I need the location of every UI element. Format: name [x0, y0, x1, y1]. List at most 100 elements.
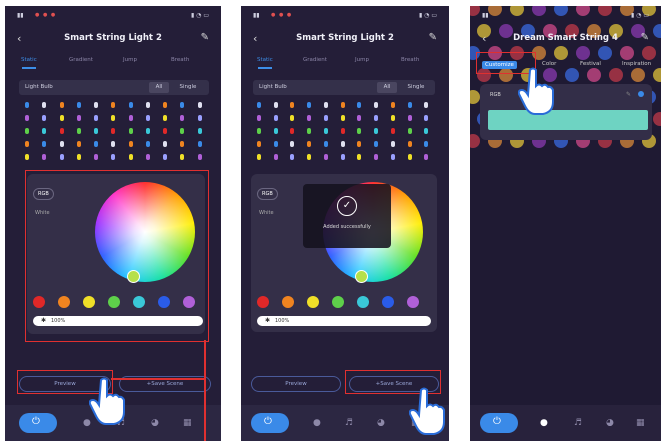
light-bulb-icon[interactable] — [257, 154, 261, 160]
bulb-icon[interactable]: ● — [540, 418, 548, 428]
color-swatch[interactable] — [332, 296, 344, 308]
light-bulb-icon[interactable] — [59, 128, 64, 134]
tab-jump[interactable]: Jump — [355, 57, 369, 63]
palette-icon[interactable]: ◕ — [377, 418, 385, 428]
light-bulb-icon[interactable] — [180, 154, 185, 160]
light-bulb-icon[interactable] — [374, 128, 379, 134]
light-bulb-icon[interactable] — [340, 141, 345, 147]
light-bulb-icon[interactable] — [180, 128, 185, 134]
tab-breath[interactable]: Breath — [401, 57, 419, 63]
light-bulb-icon[interactable] — [128, 115, 133, 121]
light-bulb-icon[interactable] — [407, 102, 412, 108]
light-bulb-icon[interactable] — [163, 128, 168, 134]
color-swatch[interactable] — [257, 296, 269, 308]
single-toggle[interactable]: Single — [403, 82, 429, 93]
light-bulb-icon[interactable] — [390, 115, 395, 121]
light-bulb-icon[interactable] — [197, 154, 202, 160]
light-bulb-icon[interactable] — [76, 128, 81, 134]
light-bulb-icon[interactable] — [180, 141, 185, 147]
light-bulb-icon[interactable] — [257, 141, 261, 147]
light-bulb-icon[interactable] — [374, 115, 379, 121]
tab-static[interactable]: Static — [21, 57, 37, 63]
light-bulb-icon[interactable] — [357, 141, 362, 147]
light-bulb-icon[interactable] — [94, 128, 99, 134]
tab-inspiration[interactable]: Inspiration — [622, 61, 651, 67]
power-button[interactable]: ⏻ — [480, 413, 518, 433]
light-bulb-icon[interactable] — [145, 115, 150, 121]
light-bulb-icon[interactable] — [290, 102, 295, 108]
color-swatch[interactable] — [357, 296, 369, 308]
light-bulb-icon[interactable] — [25, 141, 29, 147]
light-bulb-icon[interactable] — [307, 141, 312, 147]
light-bulb-icon[interactable] — [180, 115, 185, 121]
light-bulb-icon[interactable] — [94, 102, 99, 108]
edit-icon[interactable]: ✎ — [201, 32, 209, 43]
edit-icon[interactable]: ✎ — [641, 32, 649, 43]
tab-gradient[interactable]: Gradient — [69, 57, 93, 63]
grid-icon[interactable]: ▦ — [636, 418, 645, 428]
light-bulb-icon[interactable] — [163, 102, 168, 108]
bulb-icon[interactable]: ● — [313, 418, 321, 428]
white-toggle[interactable]: White — [259, 210, 274, 216]
tab-static[interactable]: Static — [257, 57, 273, 63]
light-bulb-icon[interactable] — [273, 128, 278, 134]
light-bulb-icon[interactable] — [128, 141, 133, 147]
light-bulb-icon[interactable] — [163, 141, 168, 147]
light-bulb-icon[interactable] — [145, 154, 150, 160]
light-bulb-icon[interactable] — [25, 128, 29, 134]
light-bulb-icon[interactable] — [42, 154, 47, 160]
color-swatch[interactable] — [382, 296, 394, 308]
light-bulb-icon[interactable] — [424, 141, 429, 147]
light-bulb-icon[interactable] — [197, 102, 202, 108]
color-swatch[interactable] — [307, 296, 319, 308]
palette-icon[interactable]: ◕ — [606, 418, 614, 428]
power-button[interactable]: ⏻ — [251, 413, 289, 433]
light-bulb-icon[interactable] — [407, 141, 412, 147]
light-bulb-icon[interactable] — [42, 115, 47, 121]
light-bulb-icon[interactable] — [145, 102, 150, 108]
light-bulb-icon[interactable] — [407, 115, 412, 121]
light-bulb-icon[interactable] — [390, 141, 395, 147]
custom-color-card[interactable]: RGB ✎ — [480, 84, 652, 140]
light-bulb-icon[interactable] — [42, 128, 47, 134]
preview-button[interactable]: Preview — [251, 376, 341, 392]
light-bulb-icon[interactable] — [357, 128, 362, 134]
light-bulb-icon[interactable] — [340, 102, 345, 108]
color-wheel-knob[interactable] — [355, 270, 368, 283]
color-swatch[interactable] — [282, 296, 294, 308]
light-bulb-icon[interactable] — [357, 154, 362, 160]
music-icon[interactable]: ♬ — [345, 418, 353, 428]
light-bulb-icon[interactable] — [25, 102, 29, 108]
light-bulb-icon[interactable] — [424, 128, 429, 134]
light-bulb-icon[interactable] — [407, 154, 412, 160]
light-bulb-icon[interactable] — [340, 154, 345, 160]
light-bulb-icon[interactable] — [59, 115, 64, 121]
light-bulb-icon[interactable] — [424, 115, 429, 121]
light-bulb-icon[interactable] — [59, 154, 64, 160]
light-bulb-icon[interactable] — [76, 102, 81, 108]
light-bulb-icon[interactable] — [390, 102, 395, 108]
light-bulb-icon[interactable] — [340, 115, 345, 121]
light-bulb-icon[interactable] — [257, 115, 261, 121]
light-bulb-icon[interactable] — [290, 141, 295, 147]
light-bulb-icon[interactable] — [163, 115, 168, 121]
light-bulb-icon[interactable] — [273, 115, 278, 121]
light-bulb-icon[interactable] — [323, 115, 328, 121]
light-bulb-icon[interactable] — [273, 141, 278, 147]
brightness-slider[interactable]: ✱ 100% — [257, 316, 431, 326]
light-bulb-icon[interactable] — [111, 115, 116, 121]
light-bulb-icon[interactable] — [424, 154, 429, 160]
color-swatch[interactable] — [407, 296, 419, 308]
light-bulb-icon[interactable] — [323, 128, 328, 134]
music-icon[interactable]: ♬ — [574, 418, 582, 428]
light-bulb-icon[interactable] — [180, 102, 185, 108]
all-toggle[interactable]: All — [149, 82, 169, 93]
tab-gradient[interactable]: Gradient — [303, 57, 327, 63]
light-bulb-icon[interactable] — [273, 154, 278, 160]
light-bulb-icon[interactable] — [42, 102, 47, 108]
edit-icon[interactable]: ✎ — [626, 91, 631, 98]
light-bulb-icon[interactable] — [424, 102, 429, 108]
light-bulb-icon[interactable] — [340, 128, 345, 134]
light-bulb-icon[interactable] — [111, 154, 116, 160]
light-bulb-icon[interactable] — [145, 141, 150, 147]
